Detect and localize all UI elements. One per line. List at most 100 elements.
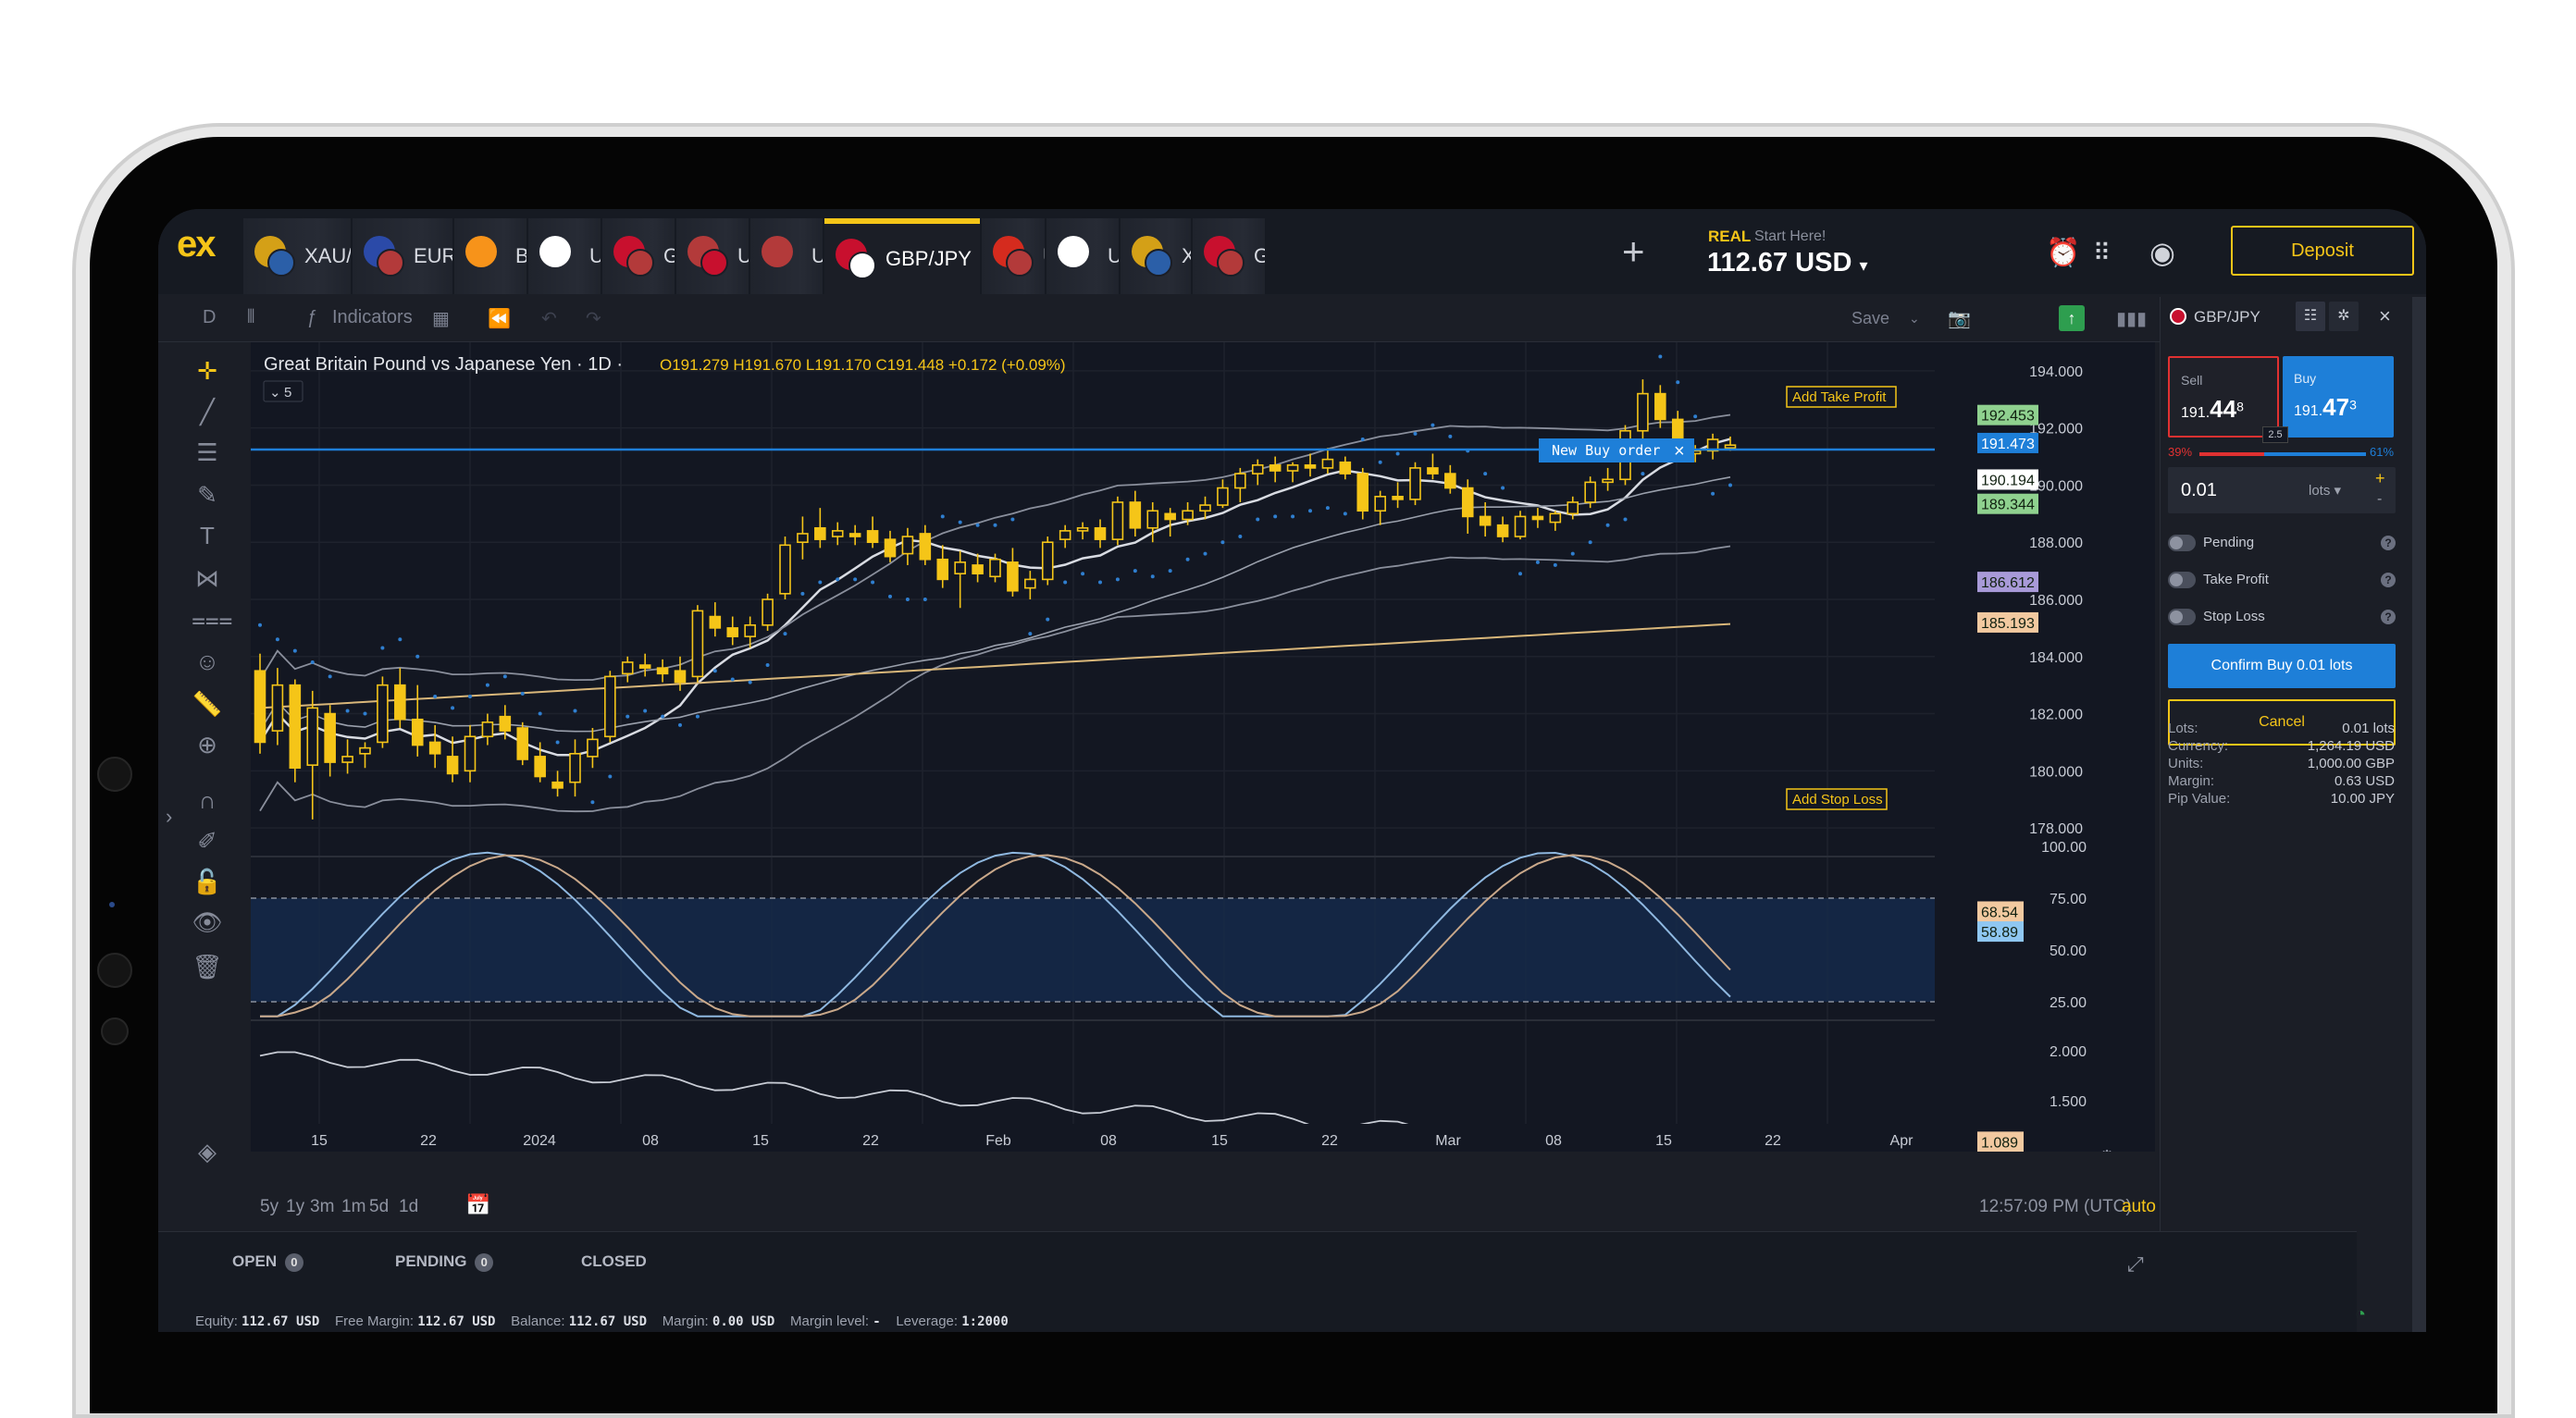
price-tick-label: 184.000 [2029, 650, 2083, 666]
auto-scale-button[interactable]: auto [2122, 1197, 2156, 1217]
calendar-icon[interactable]: 📅 [465, 1193, 490, 1217]
zoom-in-icon[interactable]: ⊕ [192, 731, 223, 759]
candle-down [1531, 515, 1544, 521]
time-tick-label: 22 [862, 1133, 879, 1149]
sar-dot [1605, 523, 1610, 527]
scrollbar[interactable] [2412, 297, 2426, 1332]
app-screen: ex XAU/EUR/BTC USOI GBP/USD/US50 GBP/JPY USD… [158, 209, 2426, 1332]
account-icon[interactable]: ◉ [2149, 235, 2175, 270]
timeframe-3m[interactable]: 3m [310, 1197, 334, 1217]
ruler-icon[interactable]: 📏 [192, 690, 223, 719]
camera-icon[interactable]: 📷 [1948, 307, 1971, 330]
timeframe-1d[interactable]: 1d [399, 1197, 418, 1217]
deposit-button[interactable]: Deposit [2231, 226, 2414, 276]
tab-0[interactable]: XAU/ [243, 218, 351, 294]
lots-input[interactable]: 0.01 lots ▾ + - [2168, 467, 2396, 513]
help-icon[interactable]: ? [2381, 573, 2396, 587]
one-click-icon[interactable]: ✲ [2329, 302, 2359, 331]
timeframe-5d[interactable]: 5d [369, 1197, 389, 1217]
take-profit-toggle[interactable] [2168, 572, 2196, 588]
buy-button[interactable]: Buy 191.473 [2283, 356, 2394, 438]
help-icon[interactable]: ? [2381, 536, 2396, 550]
lock-drawing-icon[interactable]: ✐ [192, 827, 223, 856]
chevron-down-icon[interactable]: ⌄ [1909, 311, 1920, 327]
arrow-up-icon[interactable]: ↑ [2059, 305, 2085, 331]
emoji-icon[interactable]: ☺ [192, 647, 223, 676]
settings-icon[interactable]: ⚙ [2099, 1147, 2114, 1152]
timeframe-1m[interactable]: 1m [341, 1197, 365, 1217]
pending-toggle[interactable] [2168, 535, 2196, 551]
tab-10[interactable]: XAU/ [1121, 218, 1191, 294]
brush-icon[interactable]: ✎ [192, 481, 223, 510]
tab-3[interactable]: USOI [528, 218, 601, 294]
save-button[interactable]: Save [1852, 309, 1889, 328]
pattern-icon[interactable]: ⋈ [192, 564, 223, 593]
candle-up [744, 623, 756, 637]
candle-up [1199, 504, 1211, 512]
help-icon[interactable]: ? [2381, 610, 2396, 624]
projection-icon[interactable]: ⩶ [192, 605, 233, 635]
layout-icon[interactable]: ▮▮▮ [2116, 307, 2147, 330]
decrement-button[interactable]: - [2377, 491, 2382, 508]
timeframe-5y[interactable]: 5y [260, 1197, 279, 1217]
account-type[interactable]: REAL [1708, 228, 1751, 246]
chart-type-icon[interactable]: ⫴ [247, 307, 254, 328]
timeframe-1y[interactable]: 1y [286, 1197, 304, 1217]
candle-up [1567, 501, 1579, 515]
indicators-button[interactable]: Indicators [332, 307, 413, 328]
tab-pending[interactable]: PENDING 0 [395, 1252, 494, 1272]
time-tick-label: Feb [985, 1133, 1011, 1149]
crosshair-icon[interactable]: ✛ [192, 357, 223, 386]
tab-5[interactable]: USD/ [676, 218, 749, 294]
trendline-icon[interactable]: ╱ [192, 398, 223, 426]
candle-down [446, 756, 459, 775]
sar-dot [993, 523, 997, 527]
magnet-icon[interactable]: ∩ [192, 786, 223, 815]
layers-icon[interactable]: ◈ [192, 1138, 223, 1166]
candle-down [324, 712, 336, 763]
templates-icon[interactable]: ▦ [432, 307, 450, 330]
alarm-clock-icon[interactable]: ⏰ [2046, 237, 2080, 269]
utc-clock[interactable]: 12:57:09 PM (UTC) [1979, 1197, 2132, 1217]
close-panel-icon[interactable]: × [2379, 304, 2391, 328]
redo-icon[interactable]: ↷ [586, 307, 601, 330]
trash-icon[interactable]: 🗑 [192, 953, 223, 981]
lots-unit-select[interactable]: lots ▾ [2309, 482, 2341, 499]
sell-button[interactable]: Sell 191.448 [2168, 356, 2279, 438]
increment-button[interactable]: + [2375, 469, 2385, 488]
apps-grid-icon[interactable]: ⠿ [2093, 239, 2111, 267]
sliders-icon[interactable]: ☷ [2296, 302, 2325, 331]
tab-11[interactable]: GBP/ [1193, 218, 1265, 294]
tab-9[interactable]: USOI [1046, 218, 1119, 294]
tab-open[interactable]: OPEN 0 [232, 1252, 303, 1272]
eye-icon[interactable]: 👁 [192, 908, 223, 937]
tab-7[interactable]: GBP/JPY [824, 218, 980, 294]
replay-icon[interactable]: ⏪ [488, 307, 511, 330]
close-icon[interactable]: × [1674, 441, 1685, 462]
interval-button[interactable]: D [203, 307, 216, 328]
tab-6[interactable]: US50 [750, 218, 823, 294]
sar-dot [328, 674, 332, 679]
confirm-buy-button[interactable]: Confirm Buy 0.01 lots [2168, 644, 2396, 688]
candle-down [726, 627, 739, 637]
text-icon[interactable]: T [192, 522, 223, 550]
start-here-link[interactable]: Start Here! [1754, 228, 1826, 245]
price-chart[interactable]: 194.000192.000190.000188.000186.000184.0… [251, 342, 2155, 1152]
candle-down [1269, 464, 1282, 472]
sar-dot [502, 674, 507, 679]
expand-icon[interactable]: ⤢ [2127, 1252, 2144, 1276]
tab-4[interactable]: GBP/ [602, 218, 675, 294]
tab-8[interactable]: USD/ [982, 218, 1045, 294]
candle [377, 676, 389, 748]
fib-retracement-icon[interactable]: ☰ [192, 438, 223, 467]
undo-icon[interactable]: ↶ [541, 307, 557, 330]
add-tab-button[interactable]: + [1622, 229, 1645, 274]
tab-2[interactable]: BTC [454, 218, 526, 294]
stop-loss-toggle[interactable] [2168, 609, 2196, 625]
logo[interactable]: ex [177, 224, 216, 265]
account-balance[interactable]: 112.67 USD ▾ [1707, 248, 1868, 278]
lock-icon[interactable]: 🔓 [192, 868, 223, 896]
expand-panel-icon[interactable]: › [166, 805, 172, 829]
tab-closed[interactable]: CLOSED [581, 1252, 647, 1271]
tab-1[interactable]: EUR/ [353, 218, 452, 294]
